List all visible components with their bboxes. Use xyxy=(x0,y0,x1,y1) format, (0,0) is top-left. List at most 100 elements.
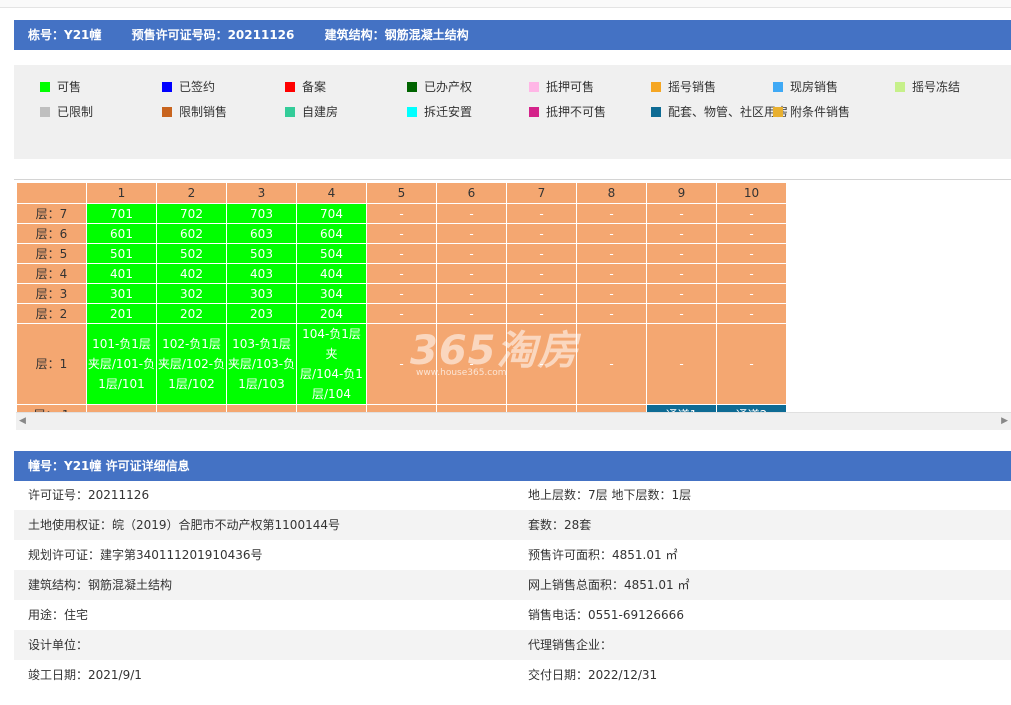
unit-cell[interactable]: 601 xyxy=(86,223,157,244)
unit-cell: - xyxy=(646,323,717,405)
unit-cell[interactable]: 203 xyxy=(226,303,297,324)
unit-cell[interactable]: 603 xyxy=(226,223,297,244)
unit-cell: - xyxy=(506,263,577,284)
unit-cell[interactable]: 702 xyxy=(156,203,227,224)
floor-label: 层：6 xyxy=(16,223,87,244)
scroll-right-icon[interactable]: ▶ xyxy=(1001,416,1008,426)
unit-cell: - xyxy=(576,283,647,304)
unit-cell: - xyxy=(506,283,577,304)
unit-cell[interactable]: 701 xyxy=(86,203,157,224)
unit-grid: 1 2 3 4 5 6 7 8 9 10 层：7 701 702 703 704- - - - - - 层：6 601 6… xyxy=(16,182,787,425)
legend-label: 已签约 xyxy=(179,80,216,94)
unit-cell: - xyxy=(576,243,647,264)
legend-swatch xyxy=(40,107,50,117)
legend-swatch xyxy=(162,82,172,92)
legend-swatch xyxy=(773,82,783,92)
unit-cell[interactable]: 704 xyxy=(296,203,367,224)
legend-item: 现房销售 xyxy=(773,80,838,94)
unit-cell: - xyxy=(436,303,507,324)
unit-cell[interactable]: 303 xyxy=(226,283,297,304)
floor-row: 层：2 201 202 203 204- - - - - - xyxy=(16,303,787,324)
legend-label: 附条件销售 xyxy=(790,105,851,119)
unit-cell[interactable]: 604 xyxy=(296,223,367,244)
legend-swatch xyxy=(162,107,172,117)
unit-cell[interactable]: 101-负1层 夹层/101-负 1层/101 xyxy=(86,323,157,405)
unit-cell[interactable]: 102-负1层 夹层/102-负 1层/102 xyxy=(156,323,227,405)
unit-cell: - xyxy=(716,223,787,244)
unit-cell[interactable]: 502 xyxy=(156,243,227,264)
legend-item: 抵押不可售 xyxy=(529,105,606,119)
unit-cell[interactable]: 304 xyxy=(296,283,367,304)
unit-cell[interactable]: 504 xyxy=(296,243,367,264)
column-header: 10 xyxy=(716,182,787,204)
unit-cell: - xyxy=(436,323,507,405)
detail-row: 土地使用权证：皖（2019）合肥市不动产权第1100144号 套数：28套 xyxy=(14,510,1011,540)
detail-row: 规划许可证：建字第340111201910436号 预售许可面积：4851.01 … xyxy=(14,540,1011,570)
column-header: 4 xyxy=(296,182,367,204)
unit-cell: - xyxy=(576,303,647,324)
legend-item: 摇号冻结 xyxy=(895,80,960,94)
legend-item: 配套、物管、社区用房 xyxy=(651,105,788,119)
unit-cell: - xyxy=(366,243,437,264)
unit-cell: - xyxy=(646,283,717,304)
unit-cell[interactable]: 204 xyxy=(296,303,367,324)
horizontal-scrollbar[interactable]: ◀ ▶ xyxy=(16,412,1011,430)
legend-item: 附条件销售 xyxy=(773,105,850,119)
legend-item: 限制销售 xyxy=(162,105,227,119)
column-header: 2 xyxy=(156,182,227,204)
legend-swatch xyxy=(529,82,539,92)
legend-label: 已办产权 xyxy=(424,80,473,94)
unit-cell[interactable]: 501 xyxy=(86,243,157,264)
unit-cell[interactable]: 103-负1层 夹层/103-负 1层/103 xyxy=(226,323,297,405)
unit-cell[interactable]: 301 xyxy=(86,283,157,304)
floor-row: 层：6 601 602 603 604- - - - - - xyxy=(16,223,787,244)
unit-cell: - xyxy=(366,283,437,304)
detail-left-field: 设计单位： xyxy=(28,638,89,652)
unit-cell: - xyxy=(716,323,787,405)
legend-item: 自建房 xyxy=(285,105,338,119)
unit-cell: - xyxy=(576,263,647,284)
unit-cell: - xyxy=(366,303,437,324)
legend-swatch xyxy=(529,107,539,117)
unit-cell: - xyxy=(366,323,437,405)
detail-left-field: 竣工日期：2021/9/1 xyxy=(28,668,142,682)
legend-swatch xyxy=(407,82,417,92)
unit-cell[interactable]: 602 xyxy=(156,223,227,244)
unit-cell[interactable]: 503 xyxy=(226,243,297,264)
legend-label: 自建房 xyxy=(302,105,339,119)
legend-swatch xyxy=(285,82,295,92)
legend-label: 拆迁安置 xyxy=(424,105,473,119)
scroll-left-icon[interactable]: ◀ xyxy=(19,416,26,426)
floor-label: 层：2 xyxy=(16,303,87,324)
column-header: 8 xyxy=(576,182,647,204)
detail-row: 设计单位： 代理销售企业： xyxy=(14,630,1011,660)
detail-left-field: 许可证号：20211126 xyxy=(28,488,150,502)
legend-label: 备案 xyxy=(302,80,327,94)
floor-row: 层：3 301 302 303 304- - - - - - xyxy=(16,283,787,304)
unit-cell[interactable]: 403 xyxy=(226,263,297,284)
floor-label: 层：5 xyxy=(16,243,87,264)
detail-row: 用途：住宅 销售电话：0551-69126666 xyxy=(14,600,1011,630)
legend-item: 摇号销售 xyxy=(651,80,716,94)
unit-cell[interactable]: 404 xyxy=(296,263,367,284)
building-header-bar: 栋号：Y21幢 预售许可证号码：20211126 建筑结构：钢筋混凝土结构 xyxy=(14,20,1011,50)
unit-cell[interactable]: 703 xyxy=(226,203,297,224)
unit-cell: - xyxy=(576,223,647,244)
unit-cell[interactable]: 401 xyxy=(86,263,157,284)
unit-cell[interactable]: 104-负1层夹 层/104-负1 层/104 xyxy=(296,323,367,405)
unit-cell: - xyxy=(576,203,647,224)
unit-cell: - xyxy=(716,303,787,324)
detail-row: 建筑结构：钢筋混凝土结构 网上销售总面积：4851.01 ㎡ xyxy=(14,570,1011,600)
legend-swatch xyxy=(285,107,295,117)
detail-row: 许可证号：20211126 地上层数：7层 地下层数：1层 xyxy=(14,480,1011,510)
unit-grid-panel: 1 2 3 4 5 6 7 8 9 10 层：7 701 702 703 704- - - - - - 层：6 601 6… xyxy=(14,179,1011,433)
floor-label: 层：4 xyxy=(16,263,87,284)
floor-row: 层：4 401 402 403 404- - - - - - xyxy=(16,263,787,284)
unit-cell[interactable]: 402 xyxy=(156,263,227,284)
unit-cell[interactable]: 201 xyxy=(86,303,157,324)
unit-cell[interactable]: 302 xyxy=(156,283,227,304)
unit-cell: - xyxy=(436,283,507,304)
detail-right-field: 预售许可面积：4851.01 ㎡ xyxy=(528,548,678,562)
detail-header-bar: 幢号：Y21幢 许可证详细信息 xyxy=(14,451,1011,481)
unit-cell[interactable]: 202 xyxy=(156,303,227,324)
